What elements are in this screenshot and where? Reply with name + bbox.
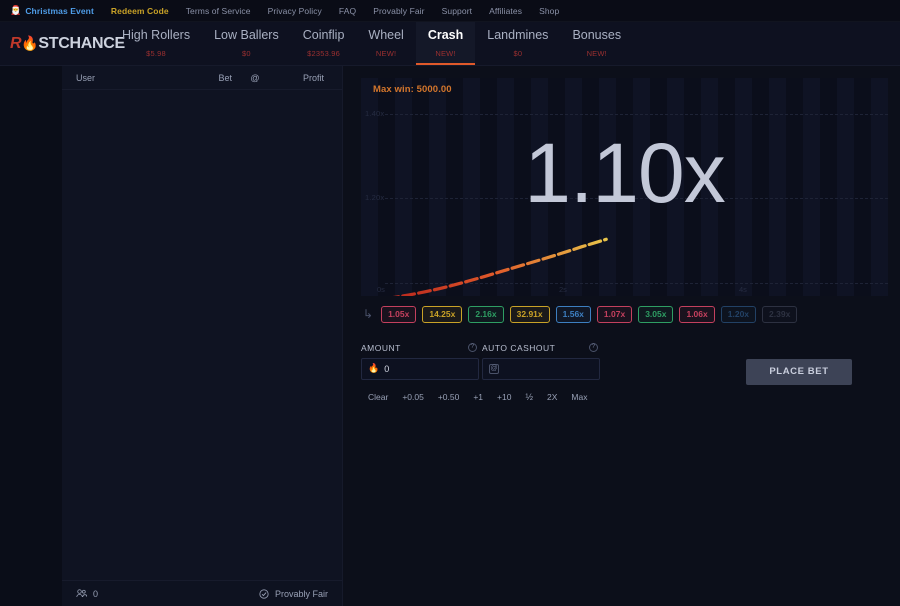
history-badge[interactable]: 14.25x <box>422 306 463 323</box>
quick-button-plus-10[interactable]: +10 <box>490 390 518 404</box>
auto-cashout-label-row: AUTO CASHOUT ? <box>482 343 600 353</box>
top-utility-bar: 🎅 Christmas Event Redeem Code Terms of S… <box>0 0 900 22</box>
topbar-link-redeem-code[interactable]: Redeem Code <box>111 6 169 16</box>
column-header-at: @ <box>250 72 260 83</box>
amount-label-row: AMOUNT ? <box>361 343 479 353</box>
history-arrow-icon: ↳ <box>363 307 374 322</box>
quick-button-double[interactable]: 2X <box>540 390 564 404</box>
column-header-bet: Bet <box>218 72 232 83</box>
topbar-link-provably-fair[interactable]: Provably Fair <box>373 6 424 16</box>
column-header-profit: Profit <box>302 72 324 83</box>
history-badge[interactable]: 1.56x <box>555 306 591 323</box>
page-body: User Bet @ Profit 0 Provably Fair 1.40x … <box>0 66 900 606</box>
nav-item-sublabel: $0 <box>513 48 523 58</box>
site-header: R 🔥 ST CHANCE High Rollers $5.98 Low Baller… <box>0 22 900 66</box>
quick-amount-buttons: Clear +0.05 +0.50 +1 +10 ½ 2X Max <box>361 390 600 404</box>
column-header-user: User <box>76 72 96 83</box>
amount-field-group: AMOUNT ? 🔥 0 <box>361 343 479 380</box>
history-badge[interactable]: 2.39x <box>762 306 798 323</box>
topbar-link-christmas-event[interactable]: 🎅 Christmas Event <box>10 6 94 16</box>
brand-logo-part1: R <box>10 34 22 52</box>
history-badge[interactable]: 1.07x <box>596 306 633 323</box>
place-bet-button[interactable]: PLACE BET <box>746 358 852 385</box>
nav-item-sublabel: NEW! <box>586 48 607 58</box>
provably-fair-label: Provably Fair <box>274 588 328 599</box>
flame-icon: 🔥 <box>368 363 380 373</box>
nav-item-low-ballers[interactable]: Low Ballers $0 <box>202 22 291 65</box>
quick-button-plus-050[interactable]: +0.50 <box>431 390 467 404</box>
auto-cashout-input[interactable]: @ <box>482 357 600 380</box>
provably-fair-button[interactable]: Provably Fair <box>259 589 328 599</box>
auto-cashout-field-group: AUTO CASHOUT ? @ <box>482 343 600 380</box>
max-win-label: Max win: 5000.00 <box>373 84 452 95</box>
nav-item-label: Low Ballers <box>214 28 279 43</box>
nav-item-label: High Rollers <box>122 28 191 43</box>
help-icon[interactable]: ? <box>589 343 598 352</box>
nav-item-wheel[interactable]: Wheel NEW! <box>356 22 415 65</box>
topbar-link-support[interactable]: Support <box>442 6 472 16</box>
player-count: 0 <box>93 588 99 599</box>
nav-item-coinflip[interactable]: Coinflip $2353.96 <box>291 22 357 65</box>
crash-game-panel: 1.40x 1.20x 0s 2s 4s Max win: 5000.00 1.… <box>343 66 900 606</box>
player-count-group: 0 <box>76 589 98 599</box>
current-multiplier: 1.10x <box>524 125 726 220</box>
bets-sidebar: User Bet @ Profit 0 Provably Fair <box>62 66 343 606</box>
history-badge[interactable]: 3.05x <box>638 306 674 323</box>
main-nav: High Rollers $5.98 Low Ballers $0 Coinfl… <box>110 22 900 65</box>
multiplier-history: ↳ 1.05x 14.25x 2.16x 32.91x 1.56x 1.07x … <box>361 306 888 323</box>
nav-item-sublabel: $5.98 <box>146 48 166 58</box>
nav-item-label: Landmines <box>487 28 549 43</box>
history-badge[interactable]: 32.91x <box>509 306 550 323</box>
history-badge[interactable]: 1.20x <box>720 306 757 323</box>
quick-button-half[interactable]: ½ <box>518 390 540 404</box>
nav-item-label: Bonuses <box>572 28 622 43</box>
topbar-link-shop[interactable]: Shop <box>539 6 559 16</box>
left-rail <box>0 66 62 606</box>
nav-item-bonuses[interactable]: Bonuses NEW! <box>560 22 633 65</box>
brand-logo[interactable]: R 🔥 ST CHANCE <box>0 22 125 65</box>
history-badge[interactable]: 2.16x <box>468 306 504 323</box>
nav-item-label: Crash <box>427 28 464 43</box>
nav-item-sublabel: NEW! <box>435 48 456 58</box>
quick-button-plus-1[interactable]: +1 <box>466 390 490 404</box>
bets-table-header: User Bet @ Profit <box>62 66 342 90</box>
amount-input[interactable]: 🔥 0 <box>361 357 479 380</box>
topbar-link-affiliates[interactable]: Affiliates <box>489 6 522 16</box>
topbar-link-faq[interactable]: FAQ <box>339 6 356 16</box>
at-icon: @ <box>489 363 499 374</box>
nav-item-sublabel: $2353.96 <box>307 48 340 58</box>
nav-item-sublabel: $0 <box>242 48 251 58</box>
topbar-link-privacy-policy[interactable]: Privacy Policy <box>268 6 322 16</box>
topbar-link-terms-of-service[interactable]: Terms of Service <box>186 6 251 16</box>
crash-chart: 1.40x 1.20x 0s 2s 4s Max win: 5000.00 1.… <box>361 78 888 296</box>
auto-cashout-label: AUTO CASHOUT <box>482 342 556 353</box>
brand-logo-part2: ST <box>38 34 59 52</box>
check-circle-icon <box>259 588 269 599</box>
bet-controls: AMOUNT ? 🔥 0 AUTO CASHOUT ? @ Clear +0.0… <box>361 343 888 404</box>
sidebar-footer: 0 Provably Fair <box>62 580 342 606</box>
nav-item-sublabel: NEW! <box>375 48 397 58</box>
topbar-link-label: Christmas Event <box>25 5 94 16</box>
users-icon <box>76 589 87 598</box>
nav-item-label: Wheel <box>368 28 404 43</box>
amount-value: 0 <box>384 363 390 374</box>
bets-list[interactable] <box>62 90 342 580</box>
help-icon[interactable]: ? <box>468 343 477 352</box>
nav-item-crash[interactable]: Crash NEW! <box>415 22 476 65</box>
history-badge[interactable]: 1.06x <box>679 306 715 323</box>
bet-fields: AMOUNT ? 🔥 0 AUTO CASHOUT ? @ <box>361 343 600 380</box>
nav-item-high-rollers[interactable]: High Rollers $5.98 <box>110 22 202 65</box>
nav-item-label: Coinflip <box>302 28 345 43</box>
quick-button-max[interactable]: Max <box>564 390 594 404</box>
quick-button-clear[interactable]: Clear <box>361 390 395 404</box>
flame-icon: 🔥 <box>21 35 39 51</box>
history-badge[interactable]: 1.05x <box>381 306 417 323</box>
amount-label: AMOUNT <box>361 342 401 353</box>
santa-icon: 🎅 <box>10 5 22 15</box>
quick-button-plus-005[interactable]: +0.05 <box>395 390 431 404</box>
nav-item-landmines[interactable]: Landmines $0 <box>475 22 560 65</box>
